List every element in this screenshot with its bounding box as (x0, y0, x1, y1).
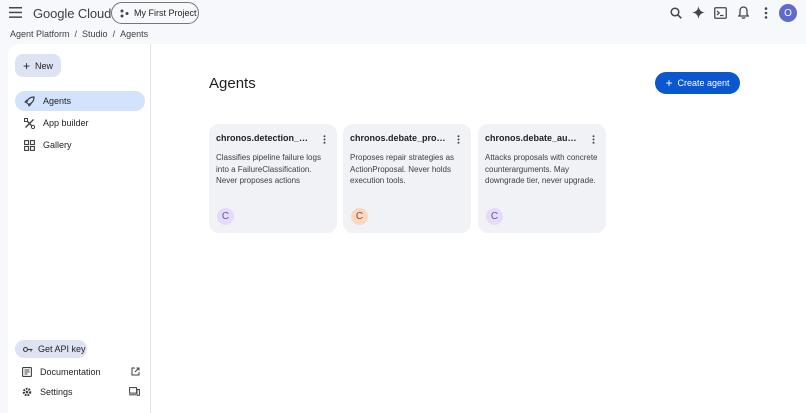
agent-card-detection[interactable]: chronos.detection_ag... Classifies pipel… (209, 124, 337, 233)
documentation-label: Documentation (40, 367, 101, 377)
agent-card-title: chronos.debate_audit... (485, 133, 582, 143)
more-vert-icon[interactable] (757, 4, 774, 21)
more-vert-icon[interactable] (320, 133, 328, 145)
grid-icon (24, 139, 35, 151)
avatar[interactable]: O (779, 4, 797, 22)
sidebar-item-label: Agents (43, 96, 72, 106)
sidebar-item-label: App builder (43, 118, 89, 128)
gear-icon (22, 387, 32, 397)
sidebar-item-gallery[interactable]: Gallery (15, 135, 145, 155)
devices-icon (129, 387, 140, 396)
breadcrumb-separator: / (74, 29, 78, 39)
key-icon (23, 346, 33, 352)
settings-label: Settings (40, 387, 73, 397)
agent-avatar: C (217, 208, 234, 225)
rocket-icon (24, 95, 35, 107)
new-button[interactable]: + New (15, 54, 61, 77)
top-bar: Google Cloud My First Project O (0, 0, 806, 27)
more-vert-icon[interactable] (454, 133, 462, 145)
agent-card-description: Classifies pipeline failure logs into a … (216, 153, 321, 185)
gemini-sparkle-icon[interactable] (690, 4, 707, 21)
open-in-new-icon (131, 367, 140, 376)
get-api-key-label: Get API key (38, 344, 86, 354)
app-builder-icon (24, 117, 35, 129)
agent-card-description: Attacks proposals with concrete countera… (485, 153, 598, 185)
plus-icon: + (665, 76, 673, 90)
get-api-key-button[interactable]: Get API key (15, 340, 87, 358)
project-picker[interactable]: My First Project (111, 2, 199, 24)
agent-avatar: C (486, 208, 503, 225)
sidebar-item-agents[interactable]: Agents (15, 91, 145, 111)
sidebar-item-app-builder[interactable]: App builder (15, 113, 145, 133)
agent-avatar: C (351, 208, 368, 225)
project-name: My First Project (134, 8, 197, 18)
sidebar: + New Agents App builder Gallery Get API… (8, 44, 151, 413)
more-vert-icon[interactable] (589, 133, 597, 145)
plus-icon: + (23, 58, 31, 73)
project-icon (120, 9, 129, 17)
search-icon[interactable] (667, 4, 684, 21)
breadcrumb-agents[interactable]: Agents (120, 29, 148, 39)
documentation-link[interactable]: Documentation (22, 364, 140, 380)
breadcrumb: Agent Platform / Studio / Agents (10, 29, 148, 39)
breadcrumb-studio[interactable]: Studio (82, 29, 108, 39)
agent-card-title: chronos.detection_ag... (216, 133, 313, 143)
page-title: Agents (209, 75, 256, 92)
menu-icon[interactable] (7, 4, 24, 21)
sidebar-item-label: Gallery (43, 140, 72, 150)
agent-card-debate-auditor[interactable]: chronos.debate_audit... Attacks proposal… (478, 124, 606, 233)
google-cloud-logo[interactable]: Google Cloud (33, 6, 111, 21)
new-label: New (35, 60, 54, 71)
content-panel: + New Agents App builder Gallery Get API… (8, 44, 806, 413)
agent-card-description: Proposes repair strategies as ActionProp… (350, 153, 455, 185)
bell-icon[interactable] (735, 4, 752, 21)
settings-link[interactable]: Settings (22, 384, 140, 400)
breadcrumb-agent-platform[interactable]: Agent Platform (10, 29, 70, 39)
terminal-icon[interactable] (712, 4, 729, 21)
agent-card-title: chronos.debate_prop... (350, 133, 447, 143)
breadcrumb-separator: / (112, 29, 116, 39)
docs-icon (22, 367, 32, 377)
agent-card-debate-proposer[interactable]: chronos.debate_prop... Proposes repair s… (343, 124, 471, 233)
create-agent-label: Create agent (677, 78, 730, 88)
create-agent-button[interactable]: + Create agent (655, 72, 740, 94)
